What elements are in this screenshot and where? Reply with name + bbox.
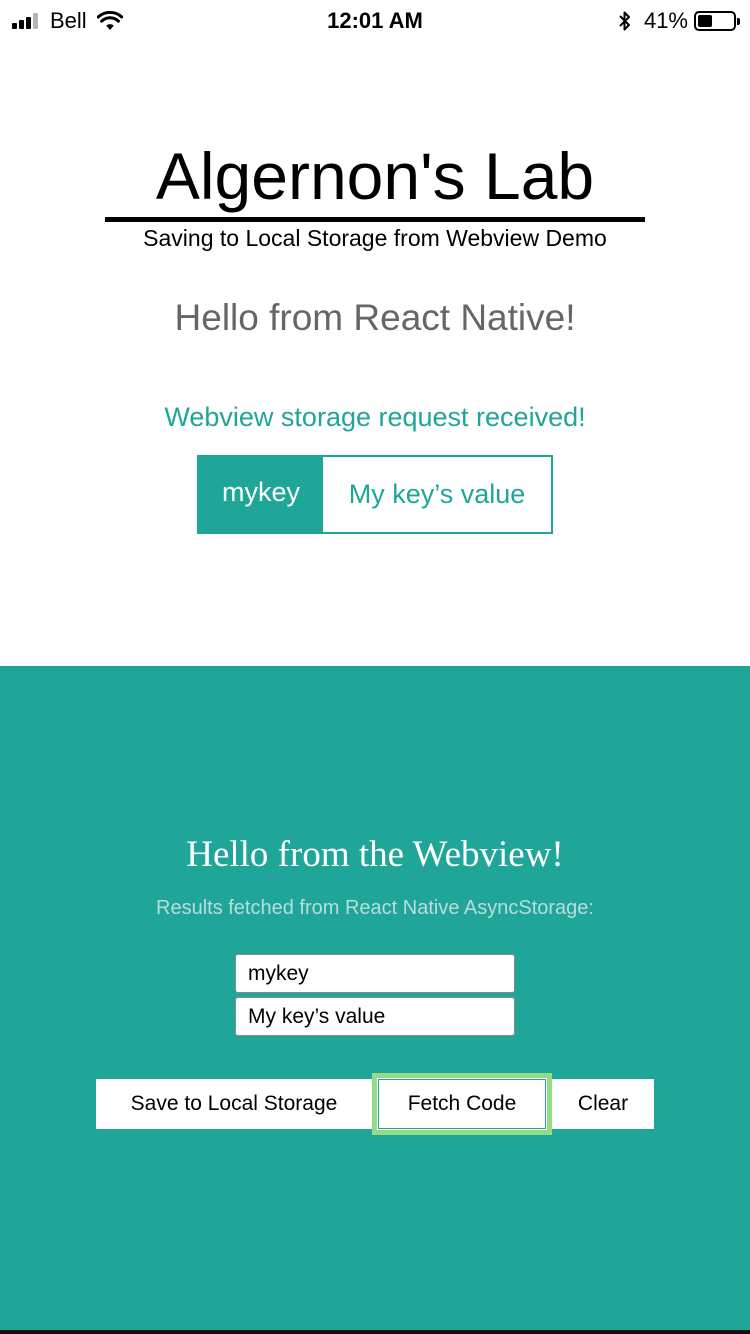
bottom-edge xyxy=(0,1330,750,1334)
value-input[interactable] xyxy=(235,997,515,1036)
battery-level xyxy=(698,15,712,27)
title-underline xyxy=(105,217,645,222)
bluetooth-icon xyxy=(618,10,632,32)
app-subtitle: Saving to Local Storage from Webview Dem… xyxy=(143,225,607,251)
webview-panel: Hello from the Webview! Results fetched … xyxy=(0,666,750,1330)
stored-value: My key’s value xyxy=(323,457,551,532)
save-to-local-storage-button[interactable]: Save to Local Storage xyxy=(96,1079,372,1129)
app-screen: Bell 12:01 AM 41% Algernon's Lab Saving … xyxy=(0,0,750,1334)
storage-request-message: Webview storage request received! xyxy=(164,402,586,432)
status-bar-right: 41% xyxy=(618,7,740,35)
clear-button[interactable]: Clear xyxy=(552,1079,654,1129)
stored-key: mykey xyxy=(199,457,323,532)
webview-hello-heading: Hello from the Webview! xyxy=(186,834,564,875)
stored-key-value-display: mykey My key’s value xyxy=(197,455,553,534)
fetch-code-button[interactable]: Fetch Code xyxy=(372,1073,552,1135)
battery-icon xyxy=(694,11,740,31)
key-input[interactable] xyxy=(235,954,515,993)
native-hello-text: Hello from React Native! xyxy=(174,297,576,338)
status-bar: Bell 12:01 AM 41% xyxy=(0,0,750,40)
battery-percent: 41% xyxy=(643,8,688,33)
app-title: Algernon's Lab xyxy=(155,139,595,213)
results-label: Results fetched from React Native AsyncS… xyxy=(156,897,594,919)
